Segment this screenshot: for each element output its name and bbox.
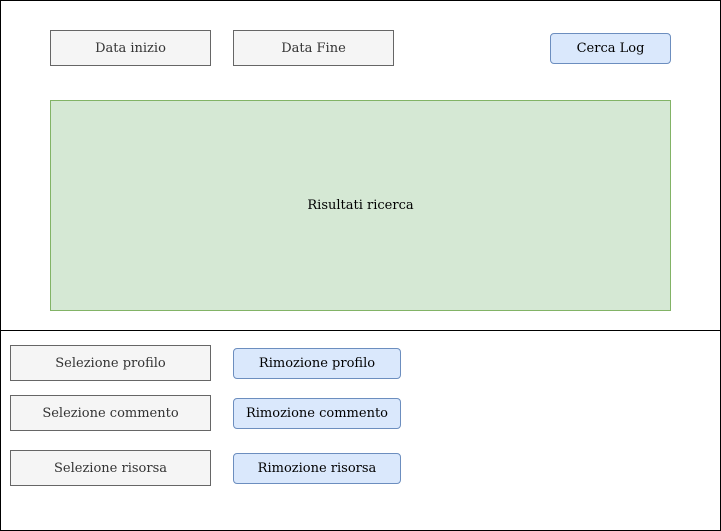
end-date-field[interactable]: Data Fine — [233, 30, 394, 66]
remove-resource-button[interactable]: Rimozione risorsa — [233, 453, 401, 484]
search-log-button[interactable]: Cerca Log — [550, 33, 671, 64]
search-results-area: Risultati ricerca — [50, 100, 671, 311]
profile-select-field[interactable]: Selezione profilo — [10, 345, 211, 381]
comment-select-field[interactable]: Selezione commento — [10, 395, 211, 431]
resource-select-field[interactable]: Selezione risorsa — [10, 450, 211, 486]
start-date-field[interactable]: Data inizio — [50, 30, 211, 66]
remove-comment-button[interactable]: Rimozione commento — [233, 398, 401, 429]
remove-profile-button[interactable]: Rimozione profilo — [233, 348, 401, 379]
